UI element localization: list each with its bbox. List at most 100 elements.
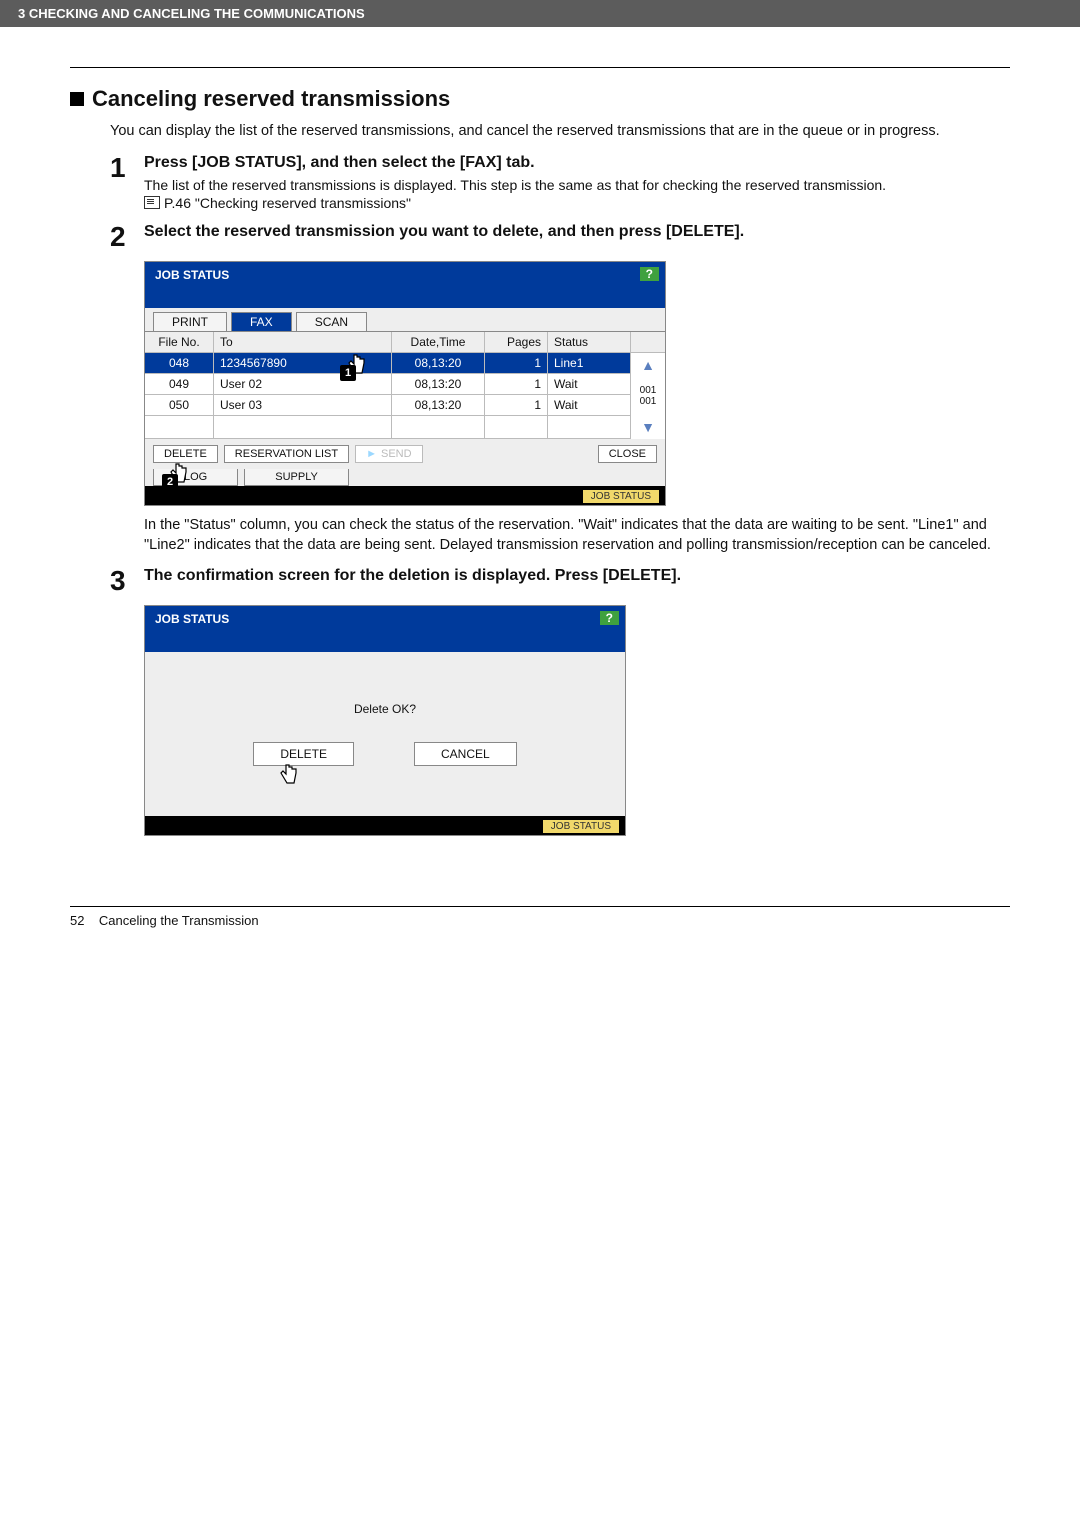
confirm-body: Delete OK? DELETE CANCEL [145,652,625,816]
tabs-row: PRINT FAX SCAN [145,308,665,331]
step-1-head: Press [JOB STATUS], and then select the … [144,154,1010,172]
cell-dt: 08,13:20 [392,353,485,373]
confirm-delete-label: DELETE [280,747,327,761]
job-status-screen: JOB STATUS ? PRINT FAX SCAN File No. To … [144,261,666,506]
step-3-head: The confirmation screen for the deletion… [144,567,1010,585]
step-2-head: Select the reserved transmission you wan… [144,223,1010,241]
confirm-subbar [145,632,625,652]
delete-confirm-screen: JOB STATUS ? Delete OK? DELETE CANCEL [144,605,626,836]
scroll-up-icon[interactable]: ▲ [631,353,665,377]
close-button[interactable]: CLOSE [598,445,657,463]
table-row[interactable]: 048 1234567890 1 08,13:20 1 Line1 [145,353,630,374]
bottom-tabs: LOG SUPPLY [145,469,665,486]
page-number: 52 [70,913,84,928]
cell-empty [214,416,392,438]
confirm-cancel-button[interactable]: CANCEL [414,742,517,766]
step-1-text: The list of the reserved transmissions i… [144,176,1010,195]
step-2-body: Select the reserved transmission you wan… [144,223,1010,245]
pointer-2-badge: 2 [162,474,178,490]
tab-supply[interactable]: SUPPLY [244,469,349,486]
send-icon: ► [366,448,377,460]
cell-empty [145,416,214,438]
step-3-number: 3 [110,567,144,595]
step-3-body: The confirmation screen for the deletion… [144,567,1010,589]
help-icon[interactable]: ? [640,267,659,281]
step-2-after: In the "Status" column, you can check th… [144,516,1010,555]
job-status-subbar [145,288,665,308]
step-1-body: Press [JOB STATUS], and then select the … [144,154,1010,214]
grid-header: File No. To Date,Time Pages Status [145,332,665,353]
job-status-title: JOB STATUS [155,268,229,282]
cell-st: Line1 [548,353,630,373]
step-1-number: 1 [110,154,144,182]
section-bullet [70,92,84,106]
screen-footer: JOB STATUS [145,486,665,505]
cell-to: User 03 [214,395,392,415]
cell-dt: 08,13:20 [392,395,485,415]
confirm-button-row: DELETE CANCEL [185,742,585,766]
pointer-2: 2 [166,460,192,486]
step-3: 3 The confirmation screen for the deleti… [110,567,1010,595]
col-pages: Pages [485,332,548,352]
reservation-grid: File No. To Date,Time Pages Status 048 1… [145,331,665,439]
confirm-delete-button[interactable]: DELETE [253,742,354,766]
section-title: Canceling reserved transmissions [92,86,450,112]
cell-pg: 1 [485,353,548,373]
col-file: File No. [145,332,214,352]
help-icon[interactable]: ? [600,611,619,625]
hand-icon [276,761,302,787]
page-content: Canceling reserved transmissions You can… [0,27,1080,906]
book-icon [144,196,160,209]
col-status: Status [548,332,630,352]
cell-to-text: 1234567890 [220,356,287,370]
page-footer: 52 Canceling the Transmission [0,907,1080,948]
tab-scan[interactable]: SCAN [296,312,367,331]
step-2-number: 2 [110,223,144,251]
scroll-down-icon[interactable]: ▼ [631,415,665,439]
cell-st: Wait [548,374,630,394]
job-status-button[interactable]: JOB STATUS [543,820,619,833]
job-status-button[interactable]: JOB STATUS [583,490,659,503]
col-scroll-spacer [630,332,665,352]
step-1: 1 Press [JOB STATUS], and then select th… [110,154,1010,214]
chapter-header-text: 3 CHECKING AND CANCELING THE COMMUNICATI… [18,6,365,21]
cell-dt: 08,13:20 [392,374,485,394]
table-row[interactable]: 050 User 03 08,13:20 1 Wait [145,395,630,416]
button-row: DELETE 2 RESERVATION LIST ► SEND CLOSE [145,439,665,469]
top-rule [70,67,1010,68]
grid-body: 048 1234567890 1 08,13:20 1 Line1 [145,353,665,439]
cell-file: 049 [145,374,214,394]
cell-to: 1234567890 1 [214,353,392,373]
reservation-list-button[interactable]: RESERVATION LIST [224,445,349,463]
screenshot-1-wrap: JOB STATUS ? PRINT FAX SCAN File No. To … [144,261,1010,506]
confirm-titlebar: JOB STATUS ? [145,606,625,632]
step-1-ref: P.46 "Checking reserved transmissions" [144,194,1010,213]
delete-button[interactable]: DELETE 2 [153,445,218,463]
col-to: To [214,332,392,352]
send-button: ► SEND [355,445,422,463]
scroll-column: ▲ 001 001 ▼ [630,353,665,439]
cell-file: 048 [145,353,214,373]
cell-to: User 02 [214,374,392,394]
send-button-label: SEND [381,448,412,460]
confirm-footer: JOB STATUS [145,816,625,835]
pointer-1: 1 [344,351,370,377]
section-intro: You can display the list of the reserved… [110,122,1010,142]
confirm-message: Delete OK? [185,702,585,716]
tab-print[interactable]: PRINT [153,312,227,331]
job-status-titlebar: JOB STATUS ? [145,262,665,288]
screenshot-2-wrap: JOB STATUS ? Delete OK? DELETE CANCEL [144,605,1010,836]
table-row[interactable]: 049 User 02 08,13:20 1 Wait [145,374,630,395]
step-2: 2 Select the reserved transmission you w… [110,223,1010,251]
cell-empty [548,416,630,438]
page-indicator: 001 001 [631,377,665,415]
delete-button-label: DELETE [164,448,207,460]
chapter-header: 3 CHECKING AND CANCELING THE COMMUNICATI… [0,0,1080,27]
cell-st: Wait [548,395,630,415]
cell-pg: 1 [485,395,548,415]
pointer-delete [276,761,302,787]
footer-label: Canceling the Transmission [99,913,259,928]
tab-fax[interactable]: FAX [231,312,292,331]
step-1-ref-text: P.46 "Checking reserved transmissions" [164,195,411,211]
col-datetime: Date,Time [392,332,485,352]
